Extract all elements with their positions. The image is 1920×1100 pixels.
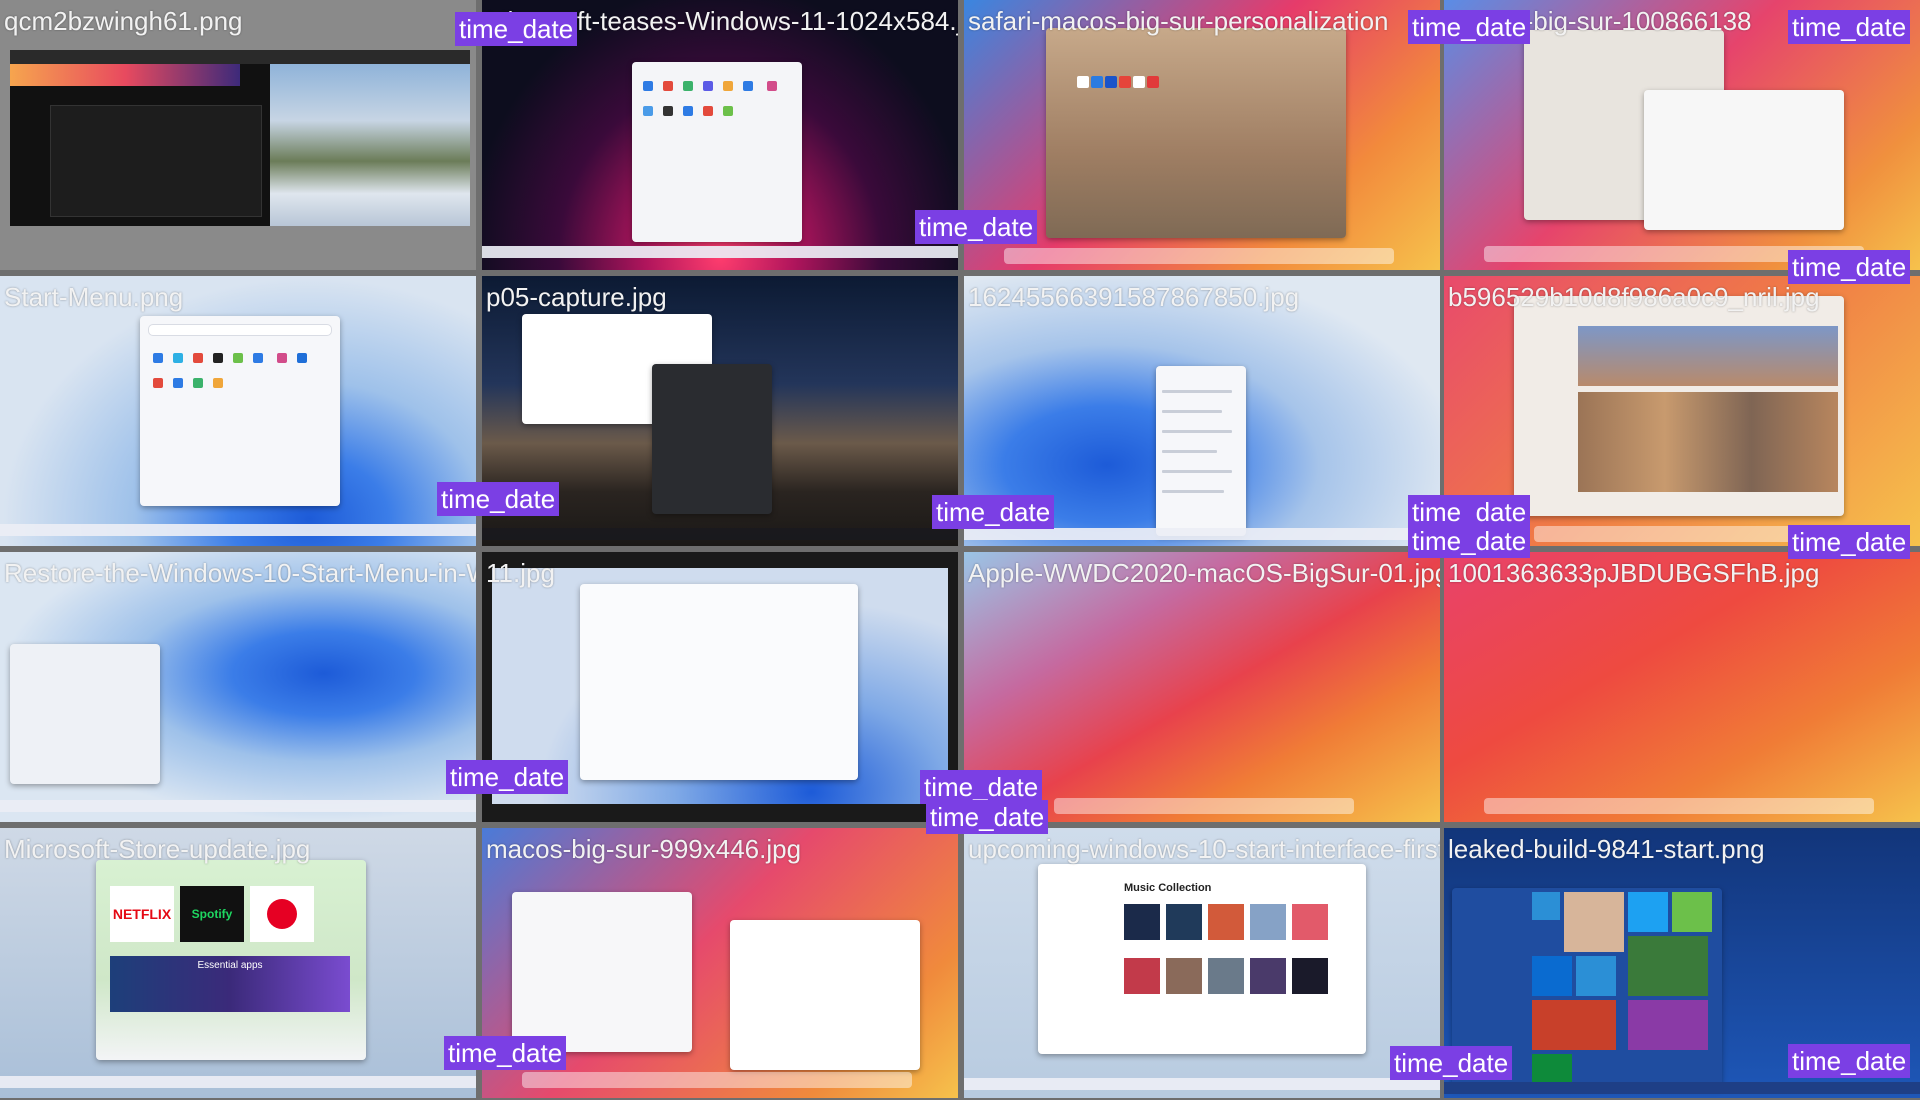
time-date-tag: time_date bbox=[1408, 524, 1531, 558]
taskbar bbox=[0, 800, 476, 812]
pinterest-tile[interactable] bbox=[250, 886, 314, 942]
tile-image bbox=[0, 276, 476, 546]
album-grid bbox=[1124, 904, 1328, 994]
finder-window bbox=[512, 892, 692, 1052]
filename-label: p05-capture.jpg bbox=[486, 282, 667, 312]
screenshot-frame bbox=[10, 50, 470, 226]
thumbnail-tile[interactable]: Start-Menu.png bbox=[0, 276, 476, 546]
store-window: NETFLIX Spotify Essential apps bbox=[96, 860, 366, 1060]
taskbar bbox=[964, 1078, 1440, 1090]
time-date-tag: time_date bbox=[1788, 525, 1911, 559]
thumbnail-tile[interactable]: Music Collection upcoming-windows-10-sta… bbox=[964, 828, 1440, 1098]
thumbnail-tile[interactable]: Restore-the-Windows-10-Start-Menu-in-Win bbox=[0, 552, 476, 822]
time-date-tag: time_date bbox=[1788, 1044, 1911, 1078]
time-date-tag: time_date bbox=[1788, 250, 1911, 284]
essential-apps-banner: Essential apps bbox=[110, 956, 350, 1012]
mail-window bbox=[730, 920, 920, 1070]
pinned-apps-grid bbox=[632, 62, 802, 140]
music-title: Music Collection bbox=[1124, 882, 1212, 894]
thumbnail-tile[interactable]: qcm2bzwingh61.png bbox=[0, 0, 476, 270]
filename-label: Start-Menu.png bbox=[4, 282, 184, 312]
time-date-tag: time_date bbox=[444, 1036, 567, 1070]
filename-label: upcoming-windows-10-start-interface-firs… bbox=[968, 834, 1440, 864]
taskbar bbox=[482, 246, 958, 258]
wallpaper-mountains bbox=[270, 64, 470, 226]
start-menu-window bbox=[140, 316, 340, 506]
netflix-tile[interactable]: NETFLIX bbox=[110, 886, 174, 942]
start-menu-window bbox=[632, 62, 802, 242]
spotify-tile[interactable]: Spotify bbox=[180, 886, 244, 942]
filename-label: Microsoft-Store-update.jpg bbox=[4, 834, 311, 864]
time-date-tag: time_date bbox=[1788, 10, 1911, 44]
pinned-apps-grid bbox=[140, 344, 340, 402]
photo-hero bbox=[1578, 326, 1838, 386]
time-date-tag: time_date bbox=[1408, 10, 1531, 44]
taskbar bbox=[1444, 1082, 1920, 1094]
dock bbox=[522, 1072, 912, 1088]
favorites-row bbox=[1076, 72, 1160, 97]
time-date-tag: time_date bbox=[920, 770, 1043, 804]
filename-label: Apple-WWDC2020-macOS-BigSur-01.jpg bbox=[968, 558, 1440, 588]
time-date-tag: time_date bbox=[926, 800, 1049, 834]
thumbnail-tile[interactable]: 1001363633pJBDUBGSFhB.jpg bbox=[1444, 552, 1920, 822]
taskbar bbox=[0, 524, 476, 536]
dock bbox=[1054, 798, 1354, 814]
time-date-tag: time_date bbox=[932, 495, 1055, 529]
tile-image: NETFLIX Spotify Essential apps bbox=[0, 828, 476, 1098]
tile-image: Music Collection bbox=[964, 828, 1440, 1098]
pinterest-icon bbox=[267, 899, 297, 929]
filename-label: b596529b10d8f986a0c9_nril.jpg bbox=[1448, 282, 1820, 312]
filename-label: 1001363633pJBDUBGSFhB.jpg bbox=[1448, 558, 1820, 588]
filename-label: qcm2bzwingh61.png bbox=[4, 6, 243, 36]
time-date-tag: time_date bbox=[1390, 1046, 1513, 1080]
start-menu-dark bbox=[652, 364, 772, 514]
dock bbox=[1004, 248, 1394, 264]
tile-image bbox=[1444, 552, 1920, 822]
music-window: Music Collection bbox=[1038, 864, 1366, 1054]
search-box[interactable] bbox=[148, 324, 332, 336]
browser-toolbar bbox=[10, 50, 470, 64]
spotify-label: Spotify bbox=[191, 907, 233, 921]
dock bbox=[1484, 798, 1874, 814]
filename-label: 16245566391587867850.jpg bbox=[968, 282, 1300, 312]
time-date-tag: time_date bbox=[446, 760, 569, 794]
netflix-label: NETFLIX bbox=[112, 906, 172, 922]
taskbar bbox=[0, 1076, 476, 1088]
filename-label: macos-big-sur-999x446.jpg bbox=[486, 834, 802, 864]
time-date-tag: time_date bbox=[915, 210, 1038, 244]
start-menu-window bbox=[10, 644, 160, 784]
filename-label: safari-macos-big-sur-personalization bbox=[968, 6, 1389, 36]
essential-apps-label: Essential apps bbox=[197, 960, 263, 971]
dark-panel bbox=[50, 105, 262, 217]
safari-window bbox=[1046, 28, 1346, 238]
taskbar bbox=[964, 528, 1440, 540]
photos-window bbox=[1514, 296, 1844, 516]
people-flyout bbox=[1156, 366, 1246, 536]
messages-window bbox=[1644, 90, 1844, 230]
photo-grid bbox=[1578, 392, 1838, 492]
focus-session-window bbox=[580, 584, 858, 780]
filename-label: Restore-the-Windows-10-Start-Menu-in-Win bbox=[4, 558, 476, 588]
filename-label: leaked-build-9841-start.png bbox=[1448, 834, 1765, 864]
wallpaper-sunset bbox=[10, 64, 240, 86]
time-date-tag: time_date bbox=[455, 12, 578, 46]
tile-image bbox=[0, 552, 476, 822]
taskbar bbox=[482, 528, 958, 540]
filename-label: 11.jpg bbox=[486, 558, 555, 588]
thumbnail-tile[interactable]: NETFLIX Spotify Essential apps Microsoft… bbox=[0, 828, 476, 1098]
time-date-tag: time_date bbox=[437, 482, 560, 516]
tile-image bbox=[0, 0, 476, 270]
